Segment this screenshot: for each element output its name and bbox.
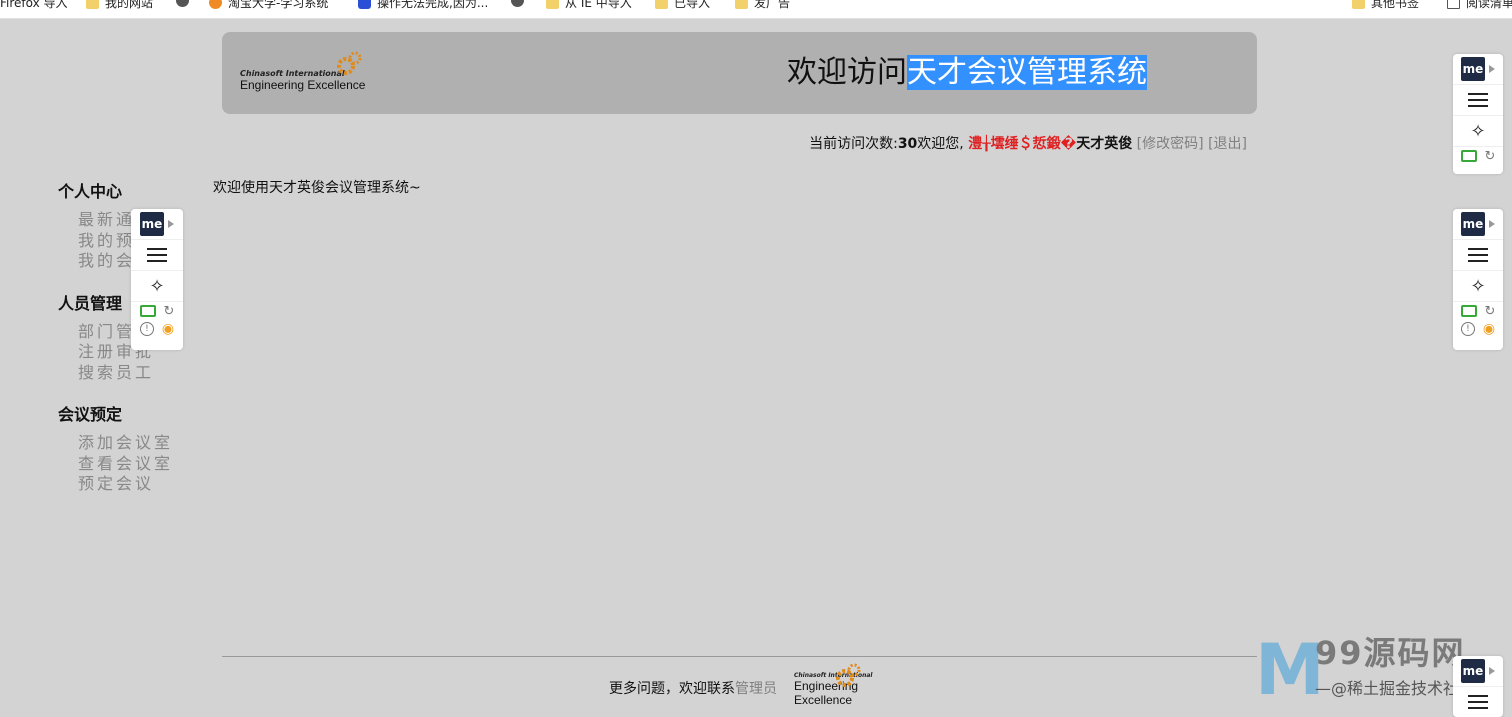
magic-wand-icon: ✧ xyxy=(1470,120,1486,142)
extension-menu-button[interactable] xyxy=(1453,687,1503,717)
extension-badge[interactable]: me xyxy=(1453,209,1503,240)
bookmark-my-sites[interactable]: 我的网站 xyxy=(86,0,153,11)
cast-icon[interactable] xyxy=(139,305,156,317)
sidebar-item-add-room[interactable]: 添加会议室 xyxy=(78,433,173,454)
sidebar-item-search-employees[interactable]: 搜索员工 xyxy=(78,363,173,384)
extension-badge[interactable]: me xyxy=(1453,656,1503,687)
extension-menu-button[interactable] xyxy=(131,240,183,271)
extension-wand-button[interactable]: ✧ xyxy=(131,271,183,302)
chevron-right-icon xyxy=(168,220,174,228)
sidebar-group-booking: 会议预定 xyxy=(58,405,123,424)
admin-link[interactable]: 管理员 xyxy=(735,681,777,697)
extension-panel-left: me ✧ ↻ ! ◉ xyxy=(131,209,183,350)
change-password-link[interactable]: [修改密码] xyxy=(1137,136,1204,152)
chevron-right-icon xyxy=(1489,667,1495,675)
eye-icon[interactable]: ◉ xyxy=(1483,321,1495,337)
warning-icon[interactable]: ! xyxy=(1460,322,1475,336)
bookmark-ie-import[interactable]: 从 IE 中导入 xyxy=(546,0,632,11)
main-welcome-text: 欢迎使用天才英俊会议管理系统~ xyxy=(213,180,421,196)
sidebar-item-view-rooms[interactable]: 查看会议室 xyxy=(78,454,173,475)
footer-divider xyxy=(222,656,1257,657)
cast-icon[interactable] xyxy=(1460,305,1477,317)
page-title: 欢迎访问天才会议管理系统 xyxy=(787,55,1147,90)
bookmark-taobao[interactable]: 淘宝大学-学习系统 xyxy=(209,0,328,11)
page-icon xyxy=(1447,0,1460,9)
extension-menu-button[interactable] xyxy=(1453,240,1503,271)
bookmark-globe-2[interactable] xyxy=(511,0,524,7)
bookmark-imported[interactable]: 已导入 xyxy=(655,0,710,11)
chevron-right-icon xyxy=(1489,220,1495,228)
folder-icon xyxy=(546,0,559,9)
globe-icon xyxy=(176,0,189,7)
logout-link[interactable]: [退出] xyxy=(1208,136,1247,152)
bookmark-ads[interactable]: 发广告 xyxy=(735,0,790,11)
bookmark-baidu[interactable]: 操作无法完成,因为... xyxy=(358,0,488,11)
menu-icon xyxy=(1468,248,1488,262)
magic-wand-icon: ✧ xyxy=(149,275,165,297)
bookmarks-bar: Firefox 导入 我的网站 淘宝大学-学习系统 操作无法完成,因为... 从… xyxy=(0,0,1512,19)
page-header: Chinasoft International Engineering Exce… xyxy=(222,32,1257,114)
menu-icon xyxy=(1468,93,1488,107)
chevron-right-icon xyxy=(1489,65,1495,73)
extension-menu-button[interactable] xyxy=(1453,85,1503,116)
user-info-bar: 当前访问次数:30欢迎您, 澧╁墵缍＄悊鍛�天才英俊 [修改密码] [退出] xyxy=(809,136,1247,152)
gear-icon xyxy=(836,663,861,687)
footer-contact: 更多问题，欢迎联系管理员 xyxy=(609,681,777,697)
bookmark-firefox-import[interactable]: Firefox 导入 xyxy=(0,0,68,11)
garbled-role-text: 澧╁墵缍＄悊鍛� xyxy=(968,136,1077,152)
menu-icon xyxy=(1468,695,1488,709)
extension-wand-button[interactable]: ✧ xyxy=(1453,271,1503,302)
extension-wand-button[interactable]: ✧ xyxy=(1453,116,1503,147)
refresh-icon[interactable]: ↻ xyxy=(1485,304,1496,319)
warning-icon[interactable]: ! xyxy=(139,322,154,336)
baidu-icon xyxy=(358,0,371,9)
folder-icon xyxy=(1352,0,1365,9)
visit-count: 30 xyxy=(897,136,918,152)
extension-panel-right-middle: me ✧ ↻ ! ◉ xyxy=(1453,209,1503,350)
extension-badge[interactable]: me xyxy=(131,209,183,240)
sidebar-group-personal: 个人中心 xyxy=(58,182,123,201)
bookmark-reading-list[interactable]: 阅读清单 xyxy=(1447,0,1512,11)
cast-icon[interactable] xyxy=(1460,150,1477,162)
refresh-icon[interactable]: ↻ xyxy=(1485,149,1496,164)
username: 天才英俊 xyxy=(1076,136,1133,152)
folder-icon xyxy=(655,0,668,9)
folder-icon xyxy=(86,0,99,9)
folder-icon xyxy=(735,0,748,9)
globe-icon xyxy=(511,0,524,7)
taobao-icon xyxy=(209,0,222,9)
bookmark-globe-1[interactable] xyxy=(176,0,189,7)
eye-icon[interactable]: ◉ xyxy=(162,321,174,337)
extension-panel-right-top: me ✧ ↻ xyxy=(1453,54,1503,174)
magic-wand-icon: ✧ xyxy=(1470,275,1486,297)
extension-badge[interactable]: me xyxy=(1453,54,1503,85)
bookmark-other[interactable]: 其他书签 xyxy=(1352,0,1419,11)
sidebar-item-book-meeting[interactable]: 预定会议 xyxy=(78,474,173,495)
extension-panel-right-bottom: me xyxy=(1453,656,1503,717)
refresh-icon[interactable]: ↻ xyxy=(164,304,175,319)
menu-icon xyxy=(147,248,167,262)
gear-icon xyxy=(337,51,362,75)
